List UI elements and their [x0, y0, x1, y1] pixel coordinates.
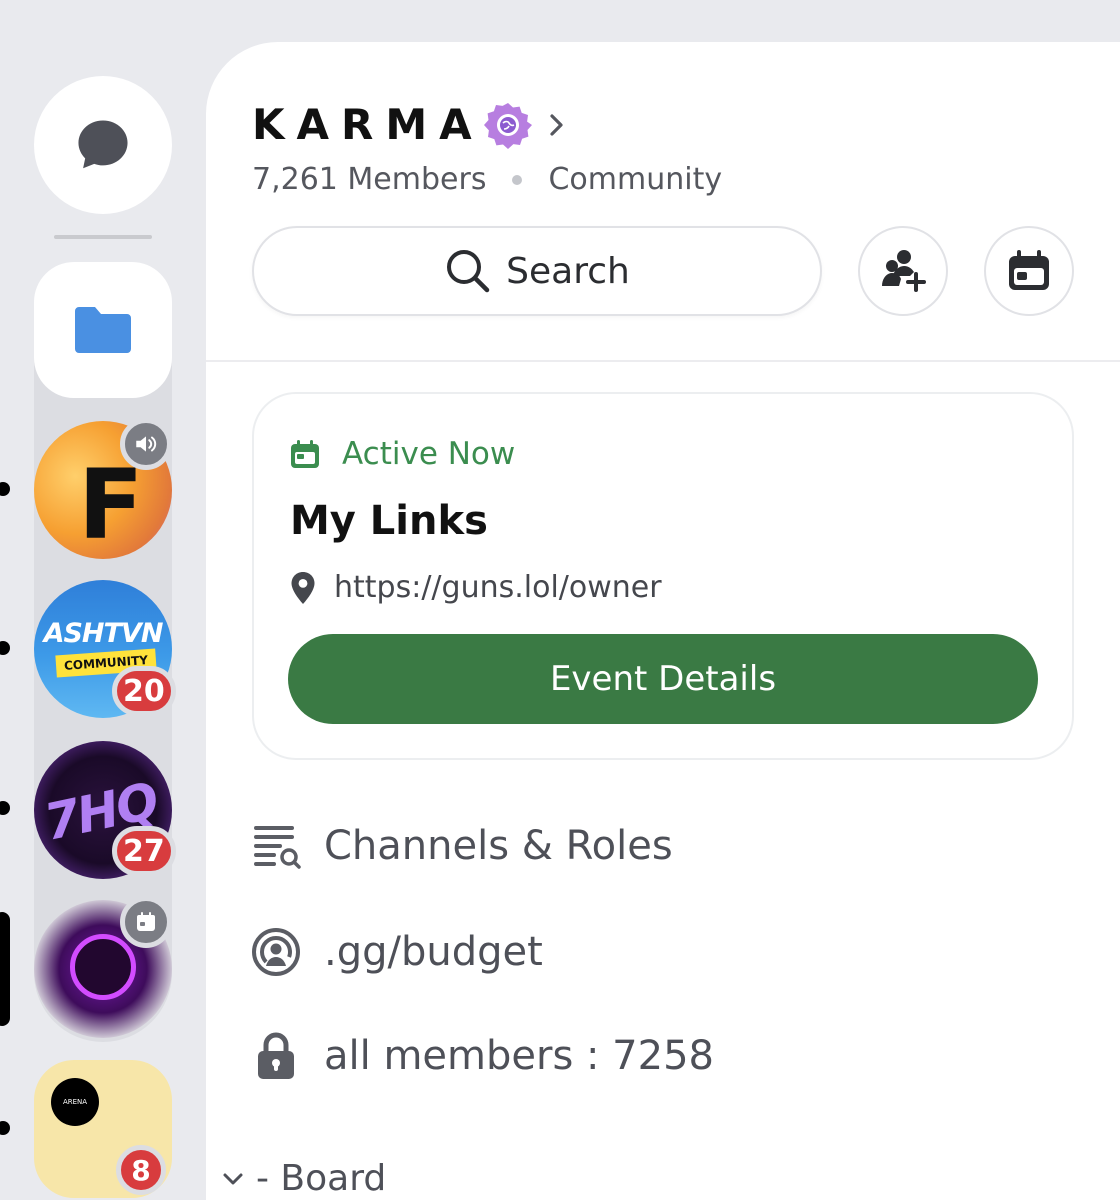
guild-panel: KARMA 7,261 Members Community Search Act… [206, 42, 1120, 1200]
server-folder-button[interactable] [34, 262, 172, 398]
chat-bubble-icon [78, 120, 128, 169]
unread-indicator [0, 482, 10, 496]
event-details-button[interactable]: Event Details [288, 634, 1038, 724]
event-status: Active Now [290, 436, 515, 472]
server-letter: F [78, 449, 144, 559]
search-label: Search [506, 250, 630, 292]
event-title: My Links [290, 498, 488, 544]
event-calendar-icon [120, 896, 172, 948]
server-name-text: ASHTVN [43, 618, 164, 649]
channels-browse-icon [254, 826, 301, 869]
category-board[interactable]: - Board [222, 1158, 386, 1199]
guild-name: KARMA [252, 100, 484, 149]
channel-label: all members : 7258 [324, 1033, 714, 1079]
server-logo-mini: ARENA [51, 1078, 99, 1126]
calendar-icon [291, 440, 319, 468]
separator-dot [512, 174, 523, 185]
category-label: - Board [256, 1158, 387, 1199]
lock-icon [258, 1032, 294, 1079]
guild-type: Community [548, 162, 723, 197]
server-emblem [70, 934, 136, 1000]
selected-server-indicator [0, 912, 10, 1026]
mention-badge: 20 [112, 666, 176, 716]
speaker-icon [120, 418, 172, 470]
event-card[interactable]: Active Now My Links https://guns.lol/own… [252, 392, 1074, 760]
server-rail: F ASHTVN COMMUNITY 20 7HQ 27 ARENA 8 [0, 0, 205, 1200]
stage-icon [252, 928, 300, 976]
chevron-down-icon [223, 1173, 243, 1184]
search-button[interactable]: Search [252, 226, 822, 316]
invite-members-button[interactable] [858, 226, 948, 316]
chevron-right-icon [550, 113, 563, 136]
header-divider [206, 360, 1120, 362]
channel-item-all-members[interactable]: all members : 7258 [250, 1030, 714, 1082]
guild-header[interactable]: KARMA [252, 100, 566, 149]
channel-label: Channels & Roles [324, 823, 673, 869]
event-location-link[interactable]: https://guns.lol/owner [334, 570, 662, 605]
unread-indicator [0, 1121, 10, 1135]
events-button[interactable] [984, 226, 1074, 316]
unread-indicator [0, 801, 10, 815]
search-icon [447, 250, 490, 293]
direct-messages-button[interactable] [34, 76, 172, 214]
mention-badge: 8 [116, 1145, 166, 1195]
channel-label: .gg/budget [324, 929, 543, 975]
channels-and-roles-item[interactable]: Channels & Roles [250, 820, 673, 872]
channel-item-budget[interactable]: .gg/budget [250, 926, 543, 978]
guild-meta: 7,261 Members Community [252, 162, 722, 197]
rail-divider [54, 235, 152, 239]
member-count: 7,261 Members [252, 162, 487, 197]
calendar-icon [1009, 250, 1049, 290]
mention-badge: 27 [112, 826, 176, 876]
folder-icon [75, 307, 131, 353]
add-user-icon [882, 250, 926, 292]
unread-indicator [0, 641, 10, 655]
location-pin-icon [291, 571, 315, 604]
event-location: https://guns.lol/owner [290, 570, 662, 605]
community-badge-icon [483, 102, 532, 149]
event-status-text: Active Now [342, 436, 516, 472]
